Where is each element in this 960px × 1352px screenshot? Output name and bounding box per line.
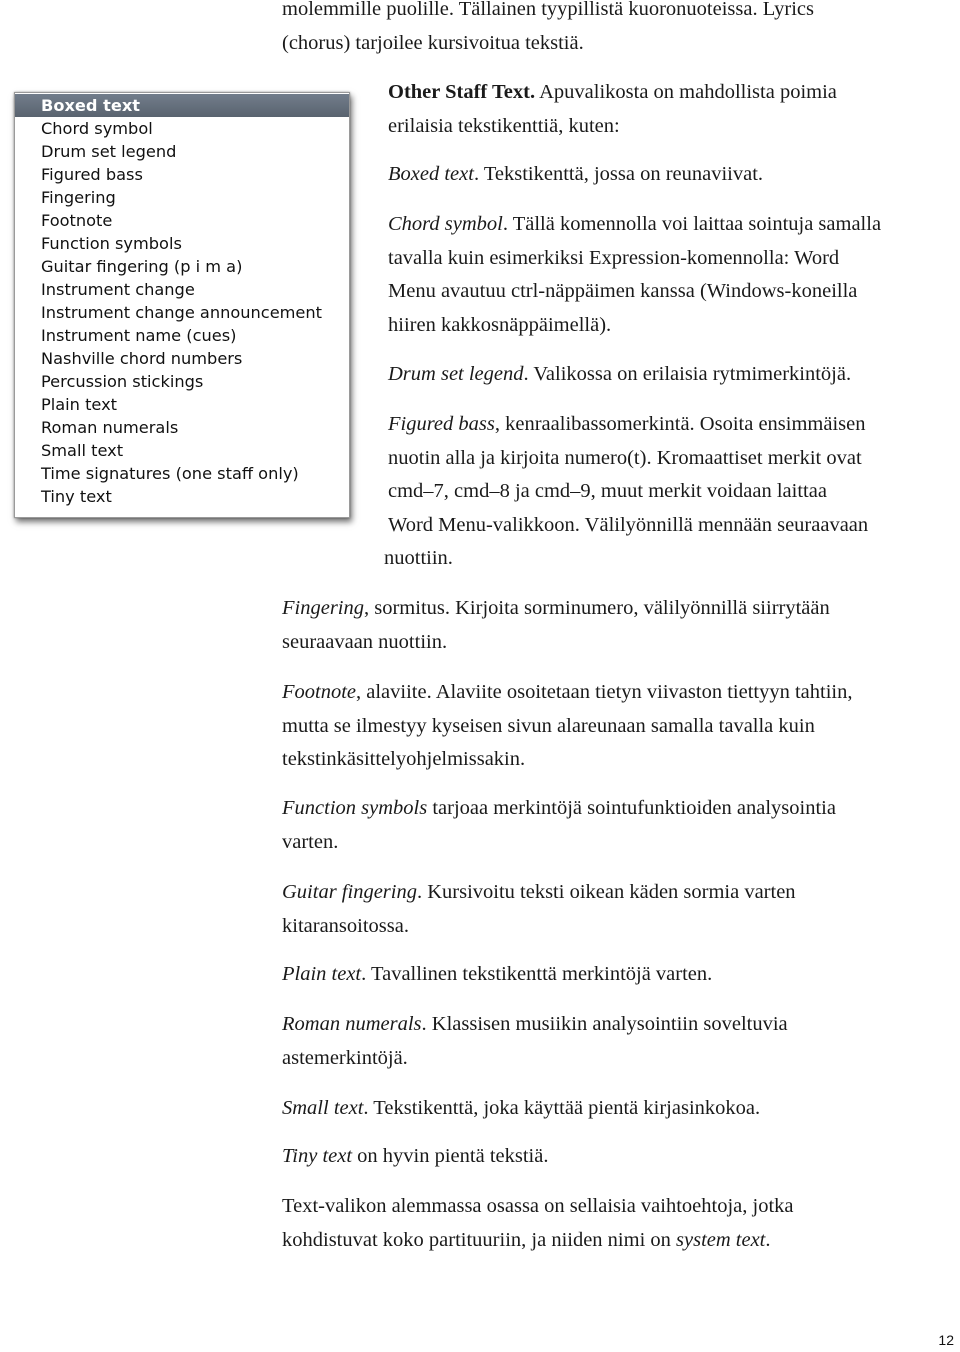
menu-item-plain-text[interactable]: Plain text (15, 393, 349, 416)
roman-numerals-term: Roman numerals (282, 1013, 422, 1035)
boxed-text-term: Boxed text (388, 163, 474, 185)
menu-item-instrument-change[interactable]: Instrument change (15, 278, 349, 301)
chord-line-1: . Tällä komennolla voi laittaa sointuja … (502, 213, 882, 235)
footnote-paragraph: Footnote, alaviite. Alaviite osoitetaan … (282, 676, 852, 777)
menu-item-guitar-fingering[interactable]: Guitar fingering (p i m a) (15, 255, 349, 278)
menu-item-time-signatures[interactable]: Time signatures (one staff only) (15, 462, 349, 485)
figured-bass-paragraph: Figured bass, kenraalibassomerkintä. Oso… (384, 408, 869, 576)
system-text-term: system text (676, 1228, 766, 1251)
figured-line-2: nuotin alla ja kirjoita numero(t). Kroma… (388, 446, 862, 469)
chord-line-2: tavalla kuin esimerkiksi Expression-kome… (388, 246, 840, 269)
chord-line-4: hiiren kakkosnäppäimellä). (388, 313, 612, 336)
chord-symbol-term: Chord symbol (388, 213, 503, 235)
other-staff-text-paragraph: Other Staff Text. Apuvalikosta on mahdol… (388, 76, 837, 143)
menu-item-footnote[interactable]: Footnote (15, 209, 349, 232)
drum-set-legend-desc: . Valikossa on erilaisia rytmimerkintöjä… (523, 363, 852, 385)
roman-numerals-paragraph: Roman numerals. Klassisen musiikin analy… (282, 1008, 788, 1075)
fingering-paragraph: Fingering, sormitus. Kirjoita sorminumer… (282, 592, 830, 659)
chord-line-3: Menu avautuu ctrl-näppäimen kanssa (Wind… (388, 280, 858, 302)
intro-line-1: molemmille puolille. Tällainen tyypillis… (282, 0, 814, 20)
page-number: 12 (938, 1332, 954, 1348)
system-line-1: Text-valikon alemmassa osassa on sellais… (282, 1195, 794, 1217)
guitar-fingering-term: Guitar fingering (282, 881, 417, 903)
function-line-2: varten. (282, 830, 339, 853)
drum-set-legend-term: Drum set legend (388, 363, 524, 385)
roman-line-1: . Klassisen musiikin analysointiin sovel… (421, 1013, 788, 1035)
menu-item-small-text[interactable]: Small text (15, 439, 349, 462)
function-symbols-term: Function symbols (282, 797, 428, 819)
chord-symbol-paragraph: Chord symbol. Tällä komennolla voi laitt… (388, 208, 881, 342)
plain-text-term: Plain text (282, 963, 362, 985)
footnote-term: Footnote (282, 681, 357, 703)
plain-text-paragraph: Plain text. Tavallinen tekstikenttä merk… (282, 958, 712, 992)
fingering-term: Fingering (282, 597, 364, 619)
system-line-2-end: . (765, 1228, 771, 1251)
menu-item-fingering[interactable]: Fingering (15, 186, 349, 209)
guitar-line-1: . Kursivoitu teksti oikean käden sormia … (416, 881, 796, 903)
menu-item-tiny-text[interactable]: Tiny text (15, 485, 349, 508)
intro-paragraph: molemmille puolille. Tällainen tyypillis… (282, 0, 814, 60)
footnote-line-3: tekstinkäsittelyohjelmissakin. (282, 748, 526, 770)
small-text-paragraph: Small text. Tekstikenttä, joka käyttää p… (282, 1092, 760, 1126)
menu-item-drum-set-legend[interactable]: Drum set legend (15, 140, 349, 163)
guitar-fingering-paragraph: Guitar fingering. Kursivoitu teksti oike… (282, 876, 796, 943)
footnote-line-2: mutta se ilmestyy kyseisen sivun alareun… (282, 714, 815, 737)
guitar-line-2: kitaransoitossa. (282, 914, 409, 937)
function-symbols-paragraph: Function symbols tarjoaa merkintöjä soin… (282, 792, 836, 859)
system-line-2: kohdistuvat koko partituuriin, ja niiden… (282, 1228, 677, 1251)
tiny-text-paragraph: Tiny text on hyvin pientä tekstiä. (282, 1140, 548, 1174)
roman-line-2: astemerkintöjä. (282, 1046, 408, 1069)
other-staff-line-1: Apuvalikosta on mahdollista poimia (535, 81, 837, 103)
menu-item-boxed-text[interactable]: Boxed text (15, 94, 349, 117)
menu-item-nashville-chord-numbers[interactable]: Nashville chord numbers (15, 347, 349, 370)
footnote-line-1: , alaviite. Alaviite osoitetaan tietyn v… (356, 681, 853, 703)
figured-bass-term: Figured bass (388, 413, 495, 435)
figured-line-5: nuottiin. (384, 547, 453, 569)
other-staff-text-term: Other Staff Text. (388, 81, 536, 103)
menu-item-percussion-stickings[interactable]: Percussion stickings (15, 370, 349, 393)
figured-line-3: cmd–7, cmd–8 ja cmd–9, muut merkit voida… (388, 480, 827, 502)
function-line-1: tarjoaa merkintöjä sointufunktioiden ana… (427, 797, 836, 819)
fingering-line-2: seuraavaan nuottiin. (282, 630, 448, 653)
menu-item-roman-numerals[interactable]: Roman numerals (15, 416, 349, 439)
boxed-text-desc: . Tekstikenttä, jossa on reunaviivat. (473, 163, 764, 185)
boxed-text-paragraph: Boxed text. Tekstikenttä, jossa on reuna… (388, 158, 763, 192)
small-text-desc: . Tekstikenttä, joka käyttää pientä kirj… (363, 1097, 761, 1119)
drum-set-legend-paragraph: Drum set legend. Valikossa on erilaisia … (388, 358, 851, 392)
figured-line-1: , kenraalibassomerkintä. Osoita ensimmäi… (494, 413, 866, 435)
text-style-menu: Boxed text Chord symbol Drum set legend … (14, 92, 350, 518)
menu-item-chord-symbol[interactable]: Chord symbol (15, 117, 349, 140)
fingering-line-1: , sormitus. Kirjoita sorminumero, välily… (364, 597, 830, 619)
tiny-text-term: Tiny text (282, 1145, 353, 1167)
figured-line-4: Word Menu-valikkoon. Välilyönnillä mennä… (388, 513, 869, 536)
menu-item-function-symbols[interactable]: Function symbols (15, 232, 349, 255)
menu-item-instrument-name-cues[interactable]: Instrument name (cues) (15, 324, 349, 347)
system-text-paragraph: Text-valikon alemmassa osassa on sellais… (282, 1190, 794, 1257)
plain-text-desc: . Tavallinen tekstikenttä merkintöjä var… (361, 963, 713, 985)
menu-item-instrument-change-announcement[interactable]: Instrument change announcement (15, 301, 349, 324)
tiny-text-desc: on hyvin pientä tekstiä. (352, 1145, 549, 1167)
intro-line-2: (chorus) tarjoilee kursivoitua tekstiä. (282, 31, 584, 54)
menu-item-figured-bass[interactable]: Figured bass (15, 163, 349, 186)
other-staff-line-2: erilaisia tekstikenttiä, kuten: (388, 114, 620, 137)
small-text-term: Small text (282, 1097, 364, 1119)
